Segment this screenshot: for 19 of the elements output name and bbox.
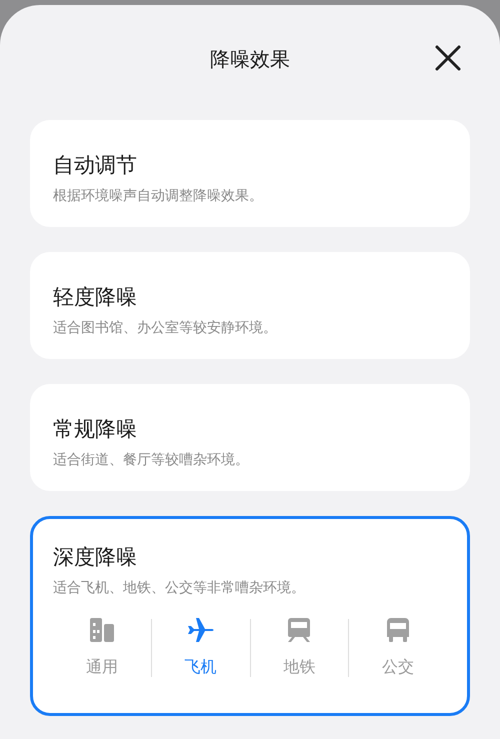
option-card[interactable]: 自动调节 根据环境噪声自动调整降噪效果。 (30, 120, 470, 227)
option-description: 根据环境噪声自动调整降噪效果。 (53, 187, 264, 205)
option-title: 常规降噪 (53, 416, 138, 443)
bus-icon (385, 617, 412, 643)
sheet-title: 降噪效果 (210, 46, 290, 72)
option-card[interactable]: 常规降噪 适合街道、餐厅等较嘈杂环境。 (30, 384, 470, 491)
option-description: 适合街道、餐厅等较嘈杂环境。 (53, 451, 250, 469)
option-title: 自动调节 (53, 152, 138, 179)
option-card[interactable]: 深度降噪 适合飞机、地铁、公交等非常嘈杂环境。 通用 飞机 地铁 公交 (30, 516, 470, 716)
option-description: 适合图书馆、办公室等较安静环境。 (53, 319, 278, 337)
close-icon[interactable] (434, 44, 462, 72)
building-icon (88, 617, 115, 643)
option-description: 适合飞机、地铁、公交等非常嘈杂环境。 (53, 579, 306, 597)
option-title: 深度降噪 (53, 544, 138, 571)
mode-tab[interactable]: 飞机 (152, 617, 250, 678)
option-title: 轻度降噪 (53, 284, 138, 311)
option-card[interactable]: 轻度降噪 适合图书馆、办公室等较安静环境。 (30, 252, 470, 359)
train-icon (286, 617, 312, 643)
airplane-icon (186, 617, 215, 643)
